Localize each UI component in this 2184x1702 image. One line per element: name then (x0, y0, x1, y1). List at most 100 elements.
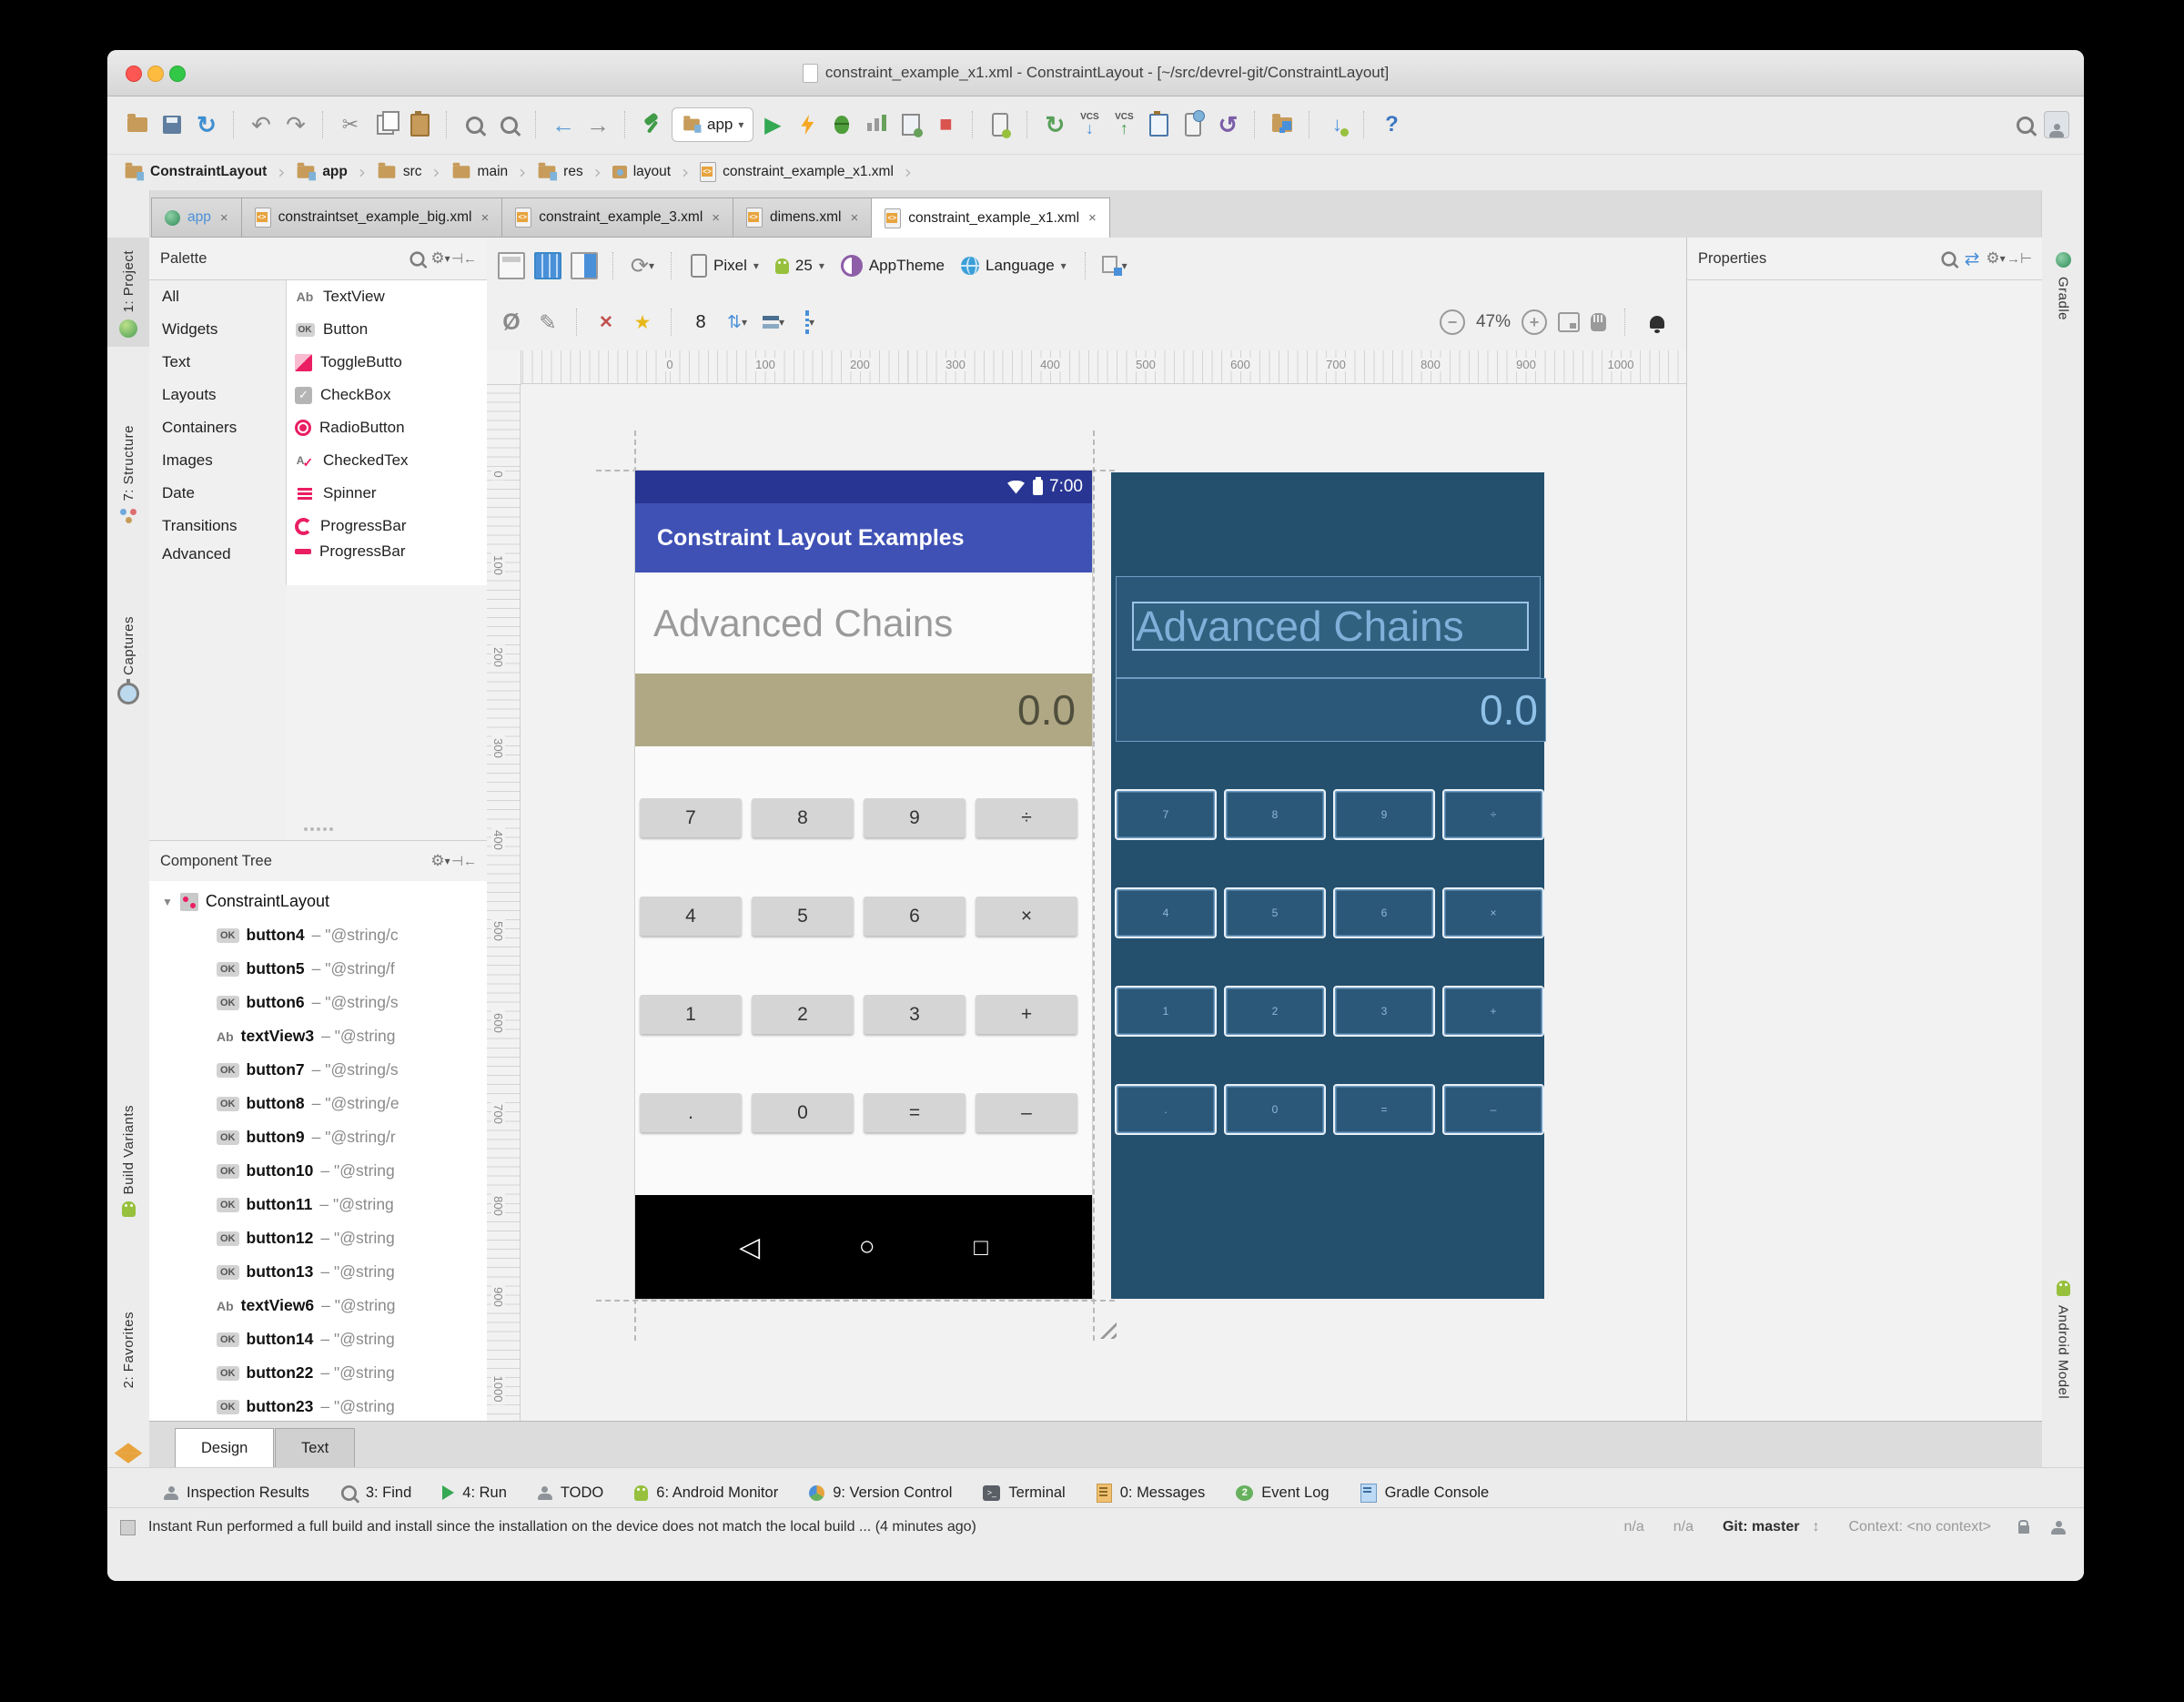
tree-row-textview6[interactable]: AbtextView6– "@string (149, 1289, 487, 1322)
tree-row-textview3[interactable]: AbtextView3– "@string (149, 1019, 487, 1053)
calc-key-dot[interactable]: . (640, 1093, 742, 1132)
sidebar-item-project[interactable]: 1: Project (107, 238, 149, 347)
api-level-select[interactable]: 25▾ (770, 257, 830, 275)
palette-item-spinner[interactable]: Spinner (287, 477, 487, 510)
both-views-button[interactable] (569, 250, 600, 281)
calc-key-equals[interactable]: = (864, 1093, 966, 1132)
profiler-button[interactable] (861, 109, 892, 140)
properties-switch-button[interactable]: ⇄ (1960, 247, 1984, 270)
palette-item-button[interactable]: Button (287, 313, 487, 346)
toolwindow-messages[interactable]: 0: Messages (1097, 1484, 1206, 1503)
avatar[interactable] (2044, 111, 2069, 138)
copy-button[interactable] (369, 109, 400, 140)
breadcrumb-file[interactable]: constraint_example_x1.xml (696, 162, 897, 182)
attach-debugger-button[interactable] (985, 109, 1016, 140)
palette-category-transitions[interactable]: Transitions (149, 510, 286, 542)
paste-button[interactable] (404, 109, 435, 140)
blueprint-key-multiply[interactable]: × (1442, 887, 1544, 938)
expander-icon[interactable]: ▼ (162, 896, 173, 908)
sdk-manager-button[interactable] (1267, 109, 1298, 140)
blueprint-preview[interactable]: Advanced Chains 0.0 7 8 9 ÷ 4 5 6 × 1 2 … (1111, 472, 1544, 1299)
search-everywhere-button[interactable] (2009, 109, 2040, 140)
blueprint-key-2[interactable]: 2 (1224, 986, 1326, 1037)
pack-expand-button[interactable]: ⇅▾ (722, 307, 753, 338)
palette-item-progressbar-horizontal[interactable]: ProgressBar (287, 542, 487, 561)
toolwindow-todo[interactable]: TODO (538, 1484, 603, 1502)
tree-row-button14[interactable]: OKbutton14– "@string (149, 1322, 487, 1356)
coverage-button[interactable] (895, 109, 926, 140)
avd-manager-button[interactable]: ↓ (1321, 109, 1352, 140)
sync-files-button[interactable]: ↻ (191, 109, 222, 140)
blueprint-key-8[interactable]: 8 (1224, 789, 1326, 840)
align-button[interactable]: ▾ (758, 307, 789, 338)
open-button[interactable] (122, 109, 153, 140)
tab-design[interactable]: Design (175, 1428, 274, 1467)
blueprint-heading-textview[interactable]: Advanced Chains (1132, 602, 1529, 651)
tree-row-button22[interactable]: OKbutton22– "@string (149, 1356, 487, 1390)
breadcrumb-app[interactable]: app (292, 164, 351, 180)
palette-item-togglebutton[interactable]: ToggleButto (287, 346, 487, 379)
breadcrumb-main[interactable]: main (448, 164, 512, 180)
calc-key-plus[interactable]: + (976, 995, 1077, 1034)
tab-constraint-example-x1[interactable]: constraint_example_x1.xml × (871, 198, 1110, 238)
calc-key-3[interactable]: 3 (864, 995, 966, 1034)
close-icon[interactable]: × (850, 210, 858, 226)
blueprint-key-minus[interactable]: – (1442, 1084, 1544, 1135)
palette-category-images[interactable]: Images (149, 444, 286, 477)
hector-icon[interactable] (2051, 1521, 2066, 1535)
save-button[interactable] (157, 109, 187, 140)
blueprint-view-button[interactable] (532, 250, 563, 281)
sidebar-item-gradle[interactable]: Gradle (2042, 252, 2084, 320)
layout-variants-button[interactable]: ▾ (1099, 250, 1130, 281)
calc-key-7[interactable]: 7 (640, 798, 742, 837)
run-button[interactable]: ▶ (757, 109, 788, 140)
breadcrumb-res[interactable]: res (533, 164, 587, 180)
infer-constraints-button[interactable]: ★ (627, 307, 658, 338)
tree-row-button10[interactable]: OKbutton10– "@string (149, 1154, 487, 1188)
tab-constraintset-example-big[interactable]: constraintset_example_big.xml × (241, 198, 502, 238)
find-button[interactable] (459, 109, 490, 140)
calc-key-multiply[interactable]: × (976, 897, 1077, 936)
calc-key-9[interactable]: 9 (864, 798, 966, 837)
language-select[interactable]: Language▾ (956, 257, 1072, 275)
calc-key-8[interactable]: 8 (752, 798, 854, 837)
sidebar-item-android-model[interactable]: Android Model (2042, 1281, 2084, 1399)
zoom-in-button[interactable]: + (1522, 309, 1547, 335)
heading-textview[interactable]: Advanced Chains (653, 602, 953, 645)
blueprint-key-4[interactable]: 4 (1115, 887, 1217, 938)
help-button[interactable]: ? (1376, 109, 1407, 140)
palette-item-checkbox[interactable]: ✓CheckBox (287, 379, 487, 411)
git-branch-widget[interactable]: Git: master (1723, 1519, 1799, 1535)
tab-text[interactable]: Text (275, 1428, 355, 1467)
blueprint-display-textview[interactable]: 0.0 (1116, 678, 1546, 742)
palette-settings-button[interactable]: ⚙▾ (429, 247, 452, 270)
replace-button[interactable] (493, 109, 524, 140)
recent-changes-button[interactable] (1178, 109, 1208, 140)
calc-key-minus[interactable]: – (976, 1093, 1077, 1132)
tree-row-button23[interactable]: OKbutton23– "@string (149, 1390, 487, 1423)
tree-row-button9[interactable]: OKbutton9– "@string/r (149, 1120, 487, 1154)
tree-row-button11[interactable]: OKbutton11– "@string (149, 1188, 487, 1221)
resize-handle[interactable] (1095, 1317, 1117, 1339)
default-margin-button[interactable]: 8 (685, 307, 716, 338)
sidebar-item-favorites[interactable]: 2: Favorites (107, 1312, 149, 1388)
tree-row-constraintlayout[interactable]: ▼ ConstraintLayout (149, 885, 487, 918)
blueprint-heading-container[interactable]: Advanced Chains (1116, 576, 1541, 678)
stop-button[interactable]: ■ (930, 109, 961, 140)
device-select[interactable]: Pixel▾ (685, 254, 764, 278)
toolwindow-event-log[interactable]: 2Event Log (1236, 1484, 1329, 1502)
clear-constraints-button[interactable]: ✕ (591, 307, 622, 338)
blueprint-key-3[interactable]: 3 (1333, 986, 1435, 1037)
calc-key-0[interactable]: 0 (752, 1093, 854, 1132)
palette-category-containers[interactable]: Containers (149, 411, 286, 444)
palette-category-widgets[interactable]: Widgets (149, 313, 286, 346)
toolwindow-find[interactable]: 3: Find (340, 1484, 411, 1502)
palette-search-button[interactable] (405, 247, 429, 270)
vcs-update-button[interactable]: VCS↓ (1074, 109, 1105, 140)
palette-category-layouts[interactable]: Layouts (149, 379, 286, 411)
toolwindow-run[interactable]: 4: Run (442, 1484, 507, 1502)
tree-row-button8[interactable]: OKbutton8– "@string/e (149, 1087, 487, 1120)
zoom-out-button[interactable]: − (1440, 309, 1465, 335)
close-icon[interactable]: × (1088, 210, 1097, 226)
calc-key-1[interactable]: 1 (640, 995, 742, 1034)
